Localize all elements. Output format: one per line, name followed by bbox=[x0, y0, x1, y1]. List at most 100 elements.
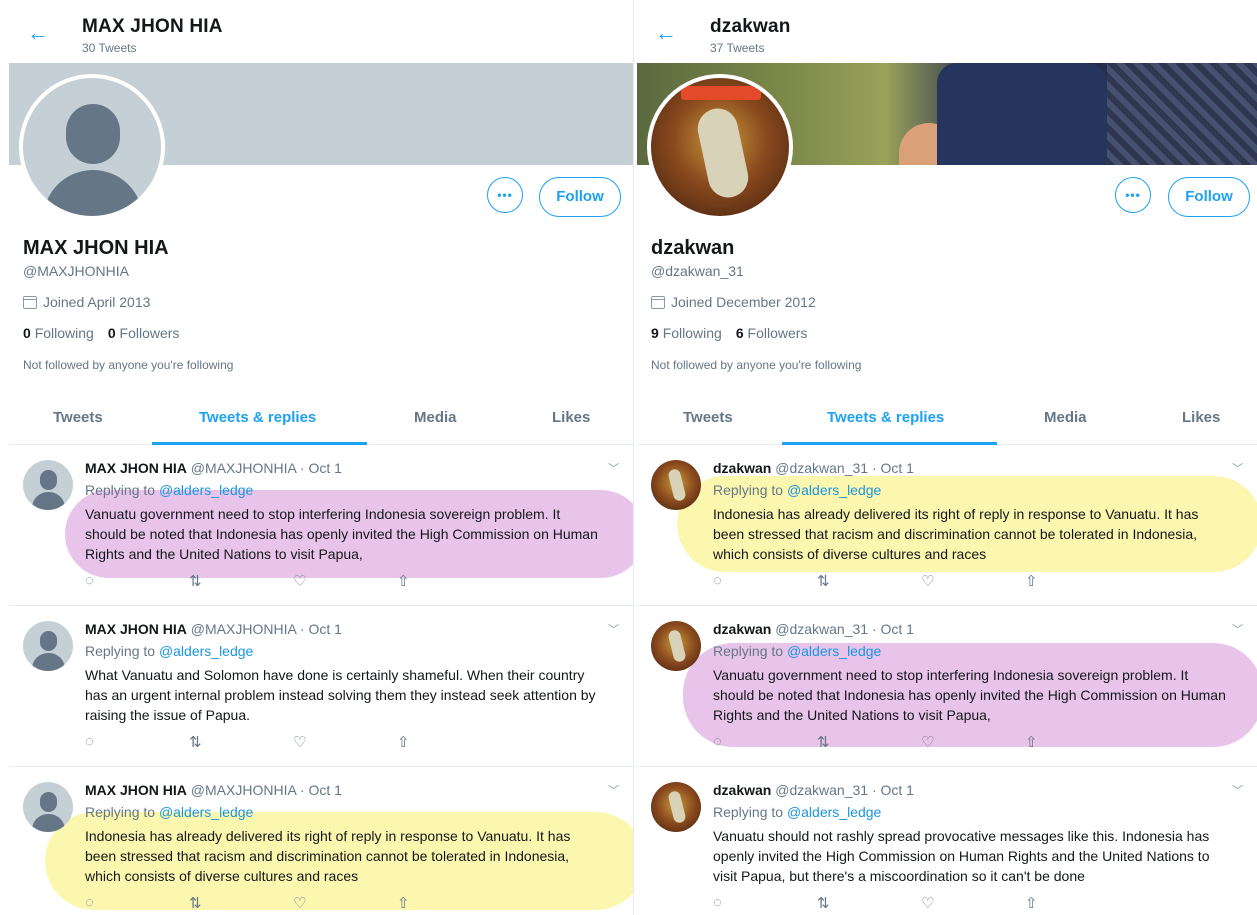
default-avatar-body bbox=[43, 170, 143, 216]
chevron-down-icon[interactable]: ﹀ bbox=[608, 621, 619, 637]
tab-tweets[interactable]: Tweets bbox=[53, 409, 103, 426]
tweet-item[interactable]: dzakwan @dzakwan_31 · Oct 1 ﹀ Replying t… bbox=[637, 446, 1257, 606]
tweet-avatar[interactable] bbox=[23, 460, 73, 510]
followers-label: Followers bbox=[119, 325, 180, 341]
like-icon[interactable]: ♡ bbox=[293, 572, 397, 590]
retweet-icon[interactable]: ⇅ bbox=[189, 733, 293, 751]
chevron-down-icon[interactable]: ﹀ bbox=[1232, 460, 1243, 476]
share-icon[interactable]: ⇧ bbox=[1025, 894, 1129, 912]
tweet-item[interactable]: dzakwan @dzakwan_31 · Oct 1 ﹀ Replying t… bbox=[637, 607, 1257, 767]
following-label: Following bbox=[34, 325, 94, 341]
tweet-text: Vanuatu government need to stop interfer… bbox=[85, 506, 598, 562]
followers-label: Followers bbox=[747, 325, 808, 341]
tweet-author-name[interactable]: MAX JHON HIA bbox=[85, 460, 187, 476]
like-icon[interactable]: ♡ bbox=[293, 894, 397, 912]
calendar-icon bbox=[651, 295, 665, 309]
followers-link[interactable]: 0 Followers bbox=[108, 325, 180, 341]
chevron-down-icon[interactable]: ﹀ bbox=[1232, 782, 1243, 798]
tab-likes[interactable]: Likes bbox=[552, 409, 590, 426]
follow-button[interactable]: Follow bbox=[539, 177, 621, 217]
tweet-item[interactable]: MAX JHON HIA @MAXJHONHIA · Oct 1 ﹀ Reply… bbox=[9, 768, 633, 915]
reply-icon[interactable]: ◌ bbox=[713, 572, 817, 590]
mention-link[interactable]: @alders_ledge bbox=[159, 643, 253, 659]
share-icon[interactable]: ⇧ bbox=[397, 572, 501, 590]
followers-count: 0 bbox=[107, 325, 116, 341]
like-icon[interactable]: ♡ bbox=[293, 733, 397, 751]
following-link[interactable]: 0 Following bbox=[23, 325, 94, 341]
profile-avatar[interactable] bbox=[647, 74, 793, 220]
retweet-icon[interactable]: ⇅ bbox=[189, 572, 293, 590]
tweet-author-name[interactable]: dzakwan bbox=[713, 621, 771, 637]
tweet-actions: ◌ ⇅ ♡ ⇧ bbox=[713, 572, 1129, 590]
tweet-text: Indonesia has already delivered its righ… bbox=[713, 506, 1199, 562]
share-icon[interactable]: ⇧ bbox=[397, 894, 501, 912]
followers-link[interactable]: 6 Followers bbox=[736, 325, 808, 341]
reply-icon[interactable]: ◌ bbox=[85, 733, 189, 751]
tweet-author-name[interactable]: MAX JHON HIA bbox=[85, 621, 187, 637]
like-icon[interactable]: ♡ bbox=[921, 733, 1025, 751]
reply-icon[interactable]: ◌ bbox=[85, 572, 189, 590]
back-arrow-icon[interactable]: ← bbox=[27, 22, 49, 44]
following-link[interactable]: 9 Following bbox=[651, 325, 722, 341]
mention-link[interactable]: @alders_ledge bbox=[159, 482, 253, 498]
tweet-item[interactable]: dzakwan @dzakwan_31 · Oct 1 ﹀ Replying t… bbox=[637, 768, 1257, 915]
tab-tweets-and-replies[interactable]: Tweets & replies bbox=[199, 409, 316, 426]
retweet-icon[interactable]: ⇅ bbox=[189, 894, 293, 912]
retweet-icon[interactable]: ⇅ bbox=[817, 572, 921, 590]
back-arrow-icon[interactable]: ← bbox=[655, 22, 677, 44]
like-icon[interactable]: ♡ bbox=[921, 894, 1025, 912]
retweet-icon[interactable]: ⇅ bbox=[817, 894, 921, 912]
reply-icon[interactable]: ◌ bbox=[713, 894, 817, 912]
not-followed-note: Not followed by anyone you're following bbox=[651, 358, 862, 372]
avatar-logo-shape bbox=[681, 86, 761, 100]
tweet-actions: ◌ ⇅ ♡ ⇧ bbox=[85, 733, 501, 751]
tweet-avatar[interactable] bbox=[651, 621, 701, 671]
share-icon[interactable]: ⇧ bbox=[1025, 733, 1129, 751]
profile-avatar[interactable] bbox=[19, 74, 165, 220]
chevron-down-icon[interactable]: ﹀ bbox=[1232, 621, 1243, 637]
profile-name: dzakwan bbox=[651, 237, 735, 259]
tweet-text: Vanuatu should not rashly spread provoca… bbox=[713, 828, 1210, 884]
share-icon[interactable]: ⇧ bbox=[397, 733, 501, 751]
tab-likes[interactable]: Likes bbox=[1182, 409, 1220, 426]
tweet-author-name[interactable]: dzakwan bbox=[713, 460, 771, 476]
share-icon[interactable]: ⇧ bbox=[1025, 572, 1129, 590]
chevron-down-icon[interactable]: ﹀ bbox=[608, 782, 619, 798]
tweet-header: dzakwan @dzakwan_31 · Oct 1 bbox=[713, 460, 914, 476]
tweet-author-name[interactable]: dzakwan bbox=[713, 782, 771, 798]
follow-button[interactable]: Follow bbox=[1168, 177, 1250, 217]
tweet-avatar[interactable] bbox=[23, 782, 73, 832]
profile-name: MAX JHON HIA bbox=[23, 237, 169, 259]
calendar-icon bbox=[23, 295, 37, 309]
tab-tweets[interactable]: Tweets bbox=[683, 409, 733, 426]
tweet-actions: ◌ ⇅ ♡ ⇧ bbox=[713, 894, 1129, 912]
retweet-icon[interactable]: ⇅ bbox=[817, 733, 921, 751]
tab-media[interactable]: Media bbox=[414, 409, 457, 426]
reply-icon[interactable]: ◌ bbox=[85, 894, 189, 912]
more-options-button[interactable]: ••• bbox=[1115, 177, 1151, 213]
more-options-button[interactable]: ••• bbox=[487, 177, 523, 213]
tweet-item[interactable]: MAX JHON HIA @MAXJHONHIA · Oct 1 ﹀ Reply… bbox=[9, 607, 633, 767]
tweet-avatar[interactable] bbox=[651, 782, 701, 832]
header-profile-name: dzakwan bbox=[710, 16, 791, 37]
tab-media[interactable]: Media bbox=[1044, 409, 1087, 426]
tweet-avatar[interactable] bbox=[651, 460, 701, 510]
like-icon[interactable]: ♡ bbox=[921, 572, 1025, 590]
profile-handle: @MAXJHONHIA bbox=[23, 263, 129, 279]
mention-link[interactable]: @alders_ledge bbox=[159, 804, 253, 820]
profile-tabs: Tweets Tweets & replies Media Likes bbox=[637, 395, 1257, 445]
tweet-avatar[interactable] bbox=[23, 621, 73, 671]
tweet-author-name[interactable]: MAX JHON HIA bbox=[85, 782, 187, 798]
tweet-meta: @MAXJHONHIA · Oct 1 bbox=[190, 621, 342, 637]
mention-link[interactable]: @alders_ledge bbox=[787, 804, 881, 820]
tab-tweets-and-replies[interactable]: Tweets & replies bbox=[827, 409, 944, 426]
default-avatar-head bbox=[66, 104, 120, 164]
tweet-actions: ◌ ⇅ ♡ ⇧ bbox=[85, 572, 501, 590]
mention-link[interactable]: @alders_ledge bbox=[787, 482, 881, 498]
tweet-header: dzakwan @dzakwan_31 · Oct 1 bbox=[713, 782, 914, 798]
reply-icon[interactable]: ◌ bbox=[713, 733, 817, 751]
tweet-item[interactable]: MAX JHON HIA @MAXJHONHIA · Oct 1 ﹀ Reply… bbox=[9, 446, 633, 606]
tweet-meta: @MAXJHONHIA · Oct 1 bbox=[190, 460, 342, 476]
chevron-down-icon[interactable]: ﹀ bbox=[608, 460, 619, 476]
mention-link[interactable]: @alders_ledge bbox=[787, 643, 881, 659]
